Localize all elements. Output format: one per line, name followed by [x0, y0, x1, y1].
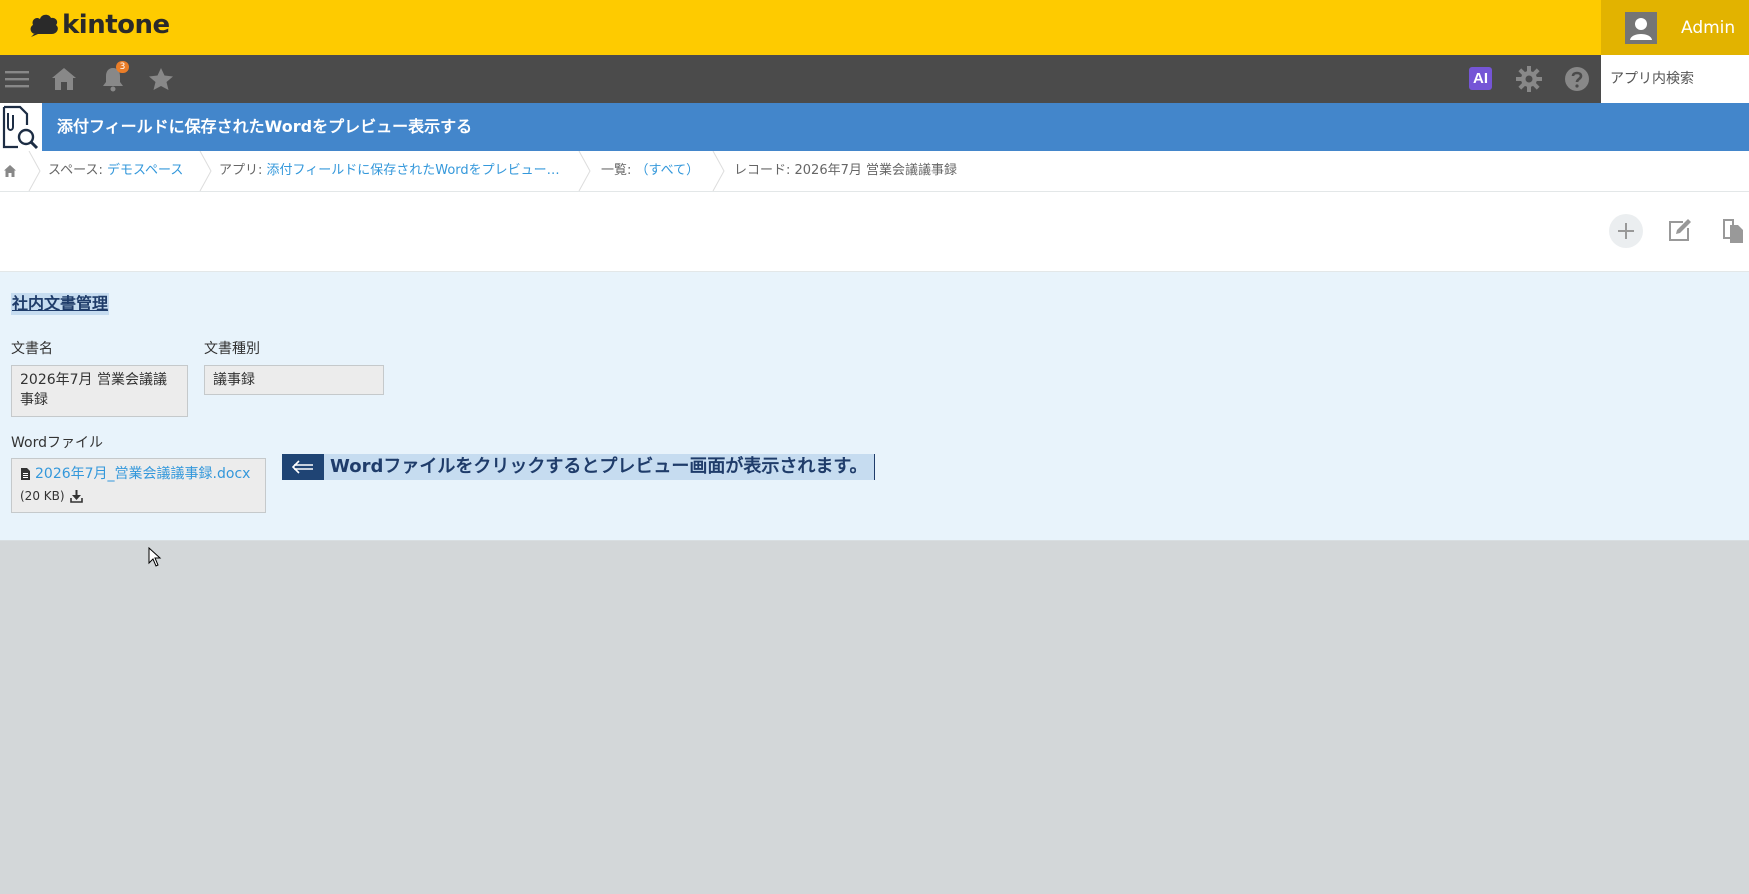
app-prefix: アプリ: [219, 163, 267, 178]
app-link[interactable]: 添付フィールドに保存されたWordをプレビュー… [267, 163, 560, 178]
hint-text: Wordファイルをクリックするとプレビュー画面が表示されます。 [324, 454, 875, 480]
add-record-button[interactable] [1609, 214, 1643, 248]
app-icon[interactable] [0, 103, 42, 151]
favorites-button[interactable] [139, 55, 183, 103]
document-search-icon [2, 105, 39, 150]
breadcrumb-list: 一覧: （すべて） [601, 151, 699, 191]
file-size: (20 KB) [20, 489, 65, 503]
menu-button[interactable] [0, 55, 34, 103]
star-icon [149, 68, 173, 90]
space-link[interactable]: デモスペース [107, 163, 183, 178]
record-toolbar [0, 192, 1749, 272]
global-nav: 3 AI [0, 55, 1749, 103]
doc-name-value: 2026年7月 営業会議議事録 [11, 365, 188, 417]
list-link[interactable]: （すべて） [636, 163, 700, 178]
mouse-cursor-icon [148, 547, 162, 567]
word-file-link[interactable]: 2026年7月_営業会議議事録.docx [35, 464, 250, 484]
kintone-logo[interactable]: kintone [28, 10, 170, 40]
doc-type-value: 議事録 [204, 365, 384, 395]
plus-icon [1618, 223, 1634, 239]
menu-icon [5, 71, 29, 88]
word-file-field: 2026年7月_営業会議議事録.docx (20 KB) [11, 458, 266, 513]
notification-badge: 3 [116, 61, 129, 73]
breadcrumb-separator [199, 151, 212, 191]
gear-icon [1516, 66, 1542, 92]
top-header: kintone Admin [0, 0, 1749, 55]
copy-record-button[interactable] [1716, 214, 1749, 248]
list-prefix: 一覧: [601, 163, 636, 178]
ai-button[interactable]: AI [1469, 67, 1492, 90]
app-header: 添付フィールドに保存されたWordをプレビュー表示する [0, 103, 1749, 151]
app-title: 添付フィールドに保存されたWordをプレビュー表示する [57, 117, 473, 136]
user-name: Admin [1681, 17, 1736, 38]
home-icon [4, 165, 16, 177]
breadcrumb-separator [712, 151, 725, 191]
user-icon [1630, 17, 1652, 40]
cloud-logo-icon [30, 14, 58, 37]
avatar [1625, 11, 1657, 44]
edit-icon [1669, 219, 1691, 241]
preview-hint: Wordファイルをクリックするとプレビュー画面が表示されます。 [282, 454, 875, 480]
space-prefix: スペース: [48, 163, 107, 178]
breadcrumb-record: レコード: 2026年7月 営業会議議事録 [734, 163, 957, 178]
breadcrumb-home[interactable] [3, 151, 17, 191]
doc-name-label: 文書名 [11, 341, 53, 357]
breadcrumb-separator [578, 151, 591, 191]
user-menu[interactable]: Admin [1601, 0, 1749, 55]
app-search-input[interactable] [1601, 55, 1749, 103]
help-button[interactable] [1555, 55, 1599, 103]
record-detail: 社内文書管理 文書名 2026年7月 営業会議議事録 文書種別 議事録 Word… [0, 272, 1749, 541]
file-icon [21, 468, 30, 480]
settings-button[interactable] [1507, 55, 1551, 103]
logo-text: kintone [62, 10, 170, 40]
notification-button[interactable]: 3 [91, 55, 135, 103]
arrow-left-icon [282, 454, 324, 480]
home-icon [52, 68, 76, 90]
edit-record-button[interactable] [1662, 214, 1696, 248]
breadcrumb-app: アプリ: 添付フィールドに保存されたWordをプレビュー… [219, 151, 560, 191]
breadcrumb-space: スペース: デモスペース [48, 151, 183, 191]
word-file-label: Wordファイル [11, 435, 103, 451]
copy-icon [1723, 219, 1743, 243]
home-button[interactable] [42, 55, 86, 103]
help-icon [1565, 67, 1589, 91]
doc-type-label: 文書種別 [204, 341, 260, 357]
breadcrumb: スペース: デモスペース アプリ: 添付フィールドに保存されたWordをプレビュ… [0, 151, 1749, 192]
group-title: 社内文書管理 [11, 293, 110, 315]
breadcrumb-separator [28, 151, 41, 191]
download-icon[interactable] [69, 489, 83, 503]
